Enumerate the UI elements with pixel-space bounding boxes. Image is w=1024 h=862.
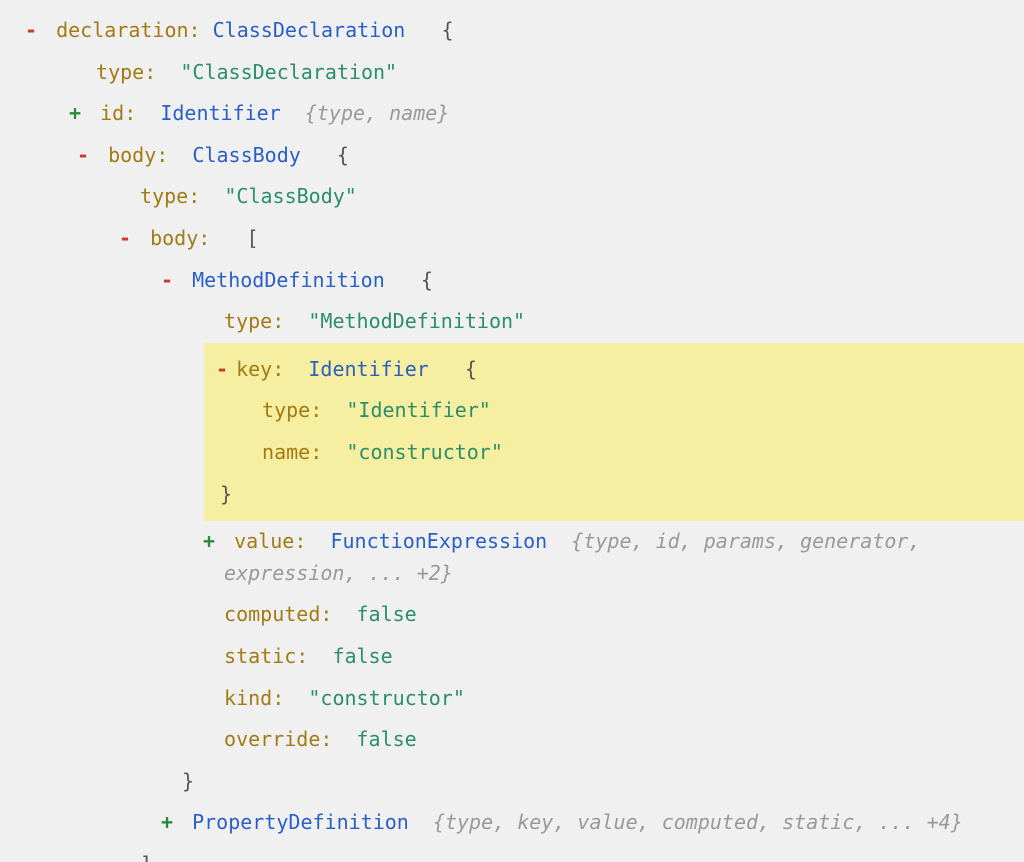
node-body-array[interactable]: - body: [ [0, 218, 1024, 260]
bracket-close-row: ] [0, 844, 1024, 862]
brace-open: { [421, 268, 433, 292]
highlighted-node: - key: Identifier { type: "Identifier" n… [204, 343, 1024, 521]
prop-type[interactable]: type: "ClassDeclaration" [0, 52, 1024, 94]
node-key[interactable]: - key: Identifier { [204, 345, 1024, 391]
string-value: "Identifier" [346, 398, 491, 422]
prop-key: kind [224, 686, 272, 710]
prop-key: static [224, 644, 296, 668]
brace-close: } [182, 769, 194, 793]
string-value: "MethodDefinition" [308, 309, 525, 333]
bool-value: false [332, 644, 392, 668]
brace-close: } [220, 482, 232, 506]
brace-close-row: } [204, 474, 1024, 520]
prop-computed[interactable]: computed: false [0, 594, 1024, 636]
string-value: "constructor" [346, 440, 503, 464]
prop-key: type [224, 309, 272, 333]
prop-key: declaration [56, 18, 188, 42]
collapse-icon[interactable]: - [18, 10, 44, 52]
string-value: "constructor" [308, 686, 465, 710]
prop-key: id [100, 101, 124, 125]
node-type: Identifier [308, 357, 428, 381]
prop-key: body [108, 143, 156, 167]
brace-close-row: } [0, 761, 1024, 803]
collapsed-preview: {type, key, value, computed, static, ...… [433, 810, 963, 834]
node-id-collapsed[interactable]: + id: Identifier {type, name} [0, 93, 1024, 135]
prop-key: override [224, 727, 320, 751]
prop-override[interactable]: override: false [0, 719, 1024, 761]
prop-static[interactable]: static: false [0, 636, 1024, 678]
bool-value: false [357, 602, 417, 626]
collapse-icon[interactable]: - [70, 135, 96, 177]
collapse-icon[interactable]: - [154, 260, 180, 302]
prop-key: value [234, 529, 294, 553]
prop-key: computed [224, 602, 320, 626]
string-value: "ClassBody" [224, 184, 356, 208]
array-item-method[interactable]: - MethodDefinition { [0, 260, 1024, 302]
node-type: ClassBody [192, 143, 300, 167]
brace-open: { [441, 18, 453, 42]
collapsed-preview: {type, name} [305, 101, 450, 125]
prop-key: body [150, 226, 198, 250]
prop-key: name [262, 440, 310, 464]
prop-name[interactable]: name: "constructor" [204, 432, 1024, 474]
node-type: MethodDefinition [192, 268, 385, 292]
string-value: "ClassDeclaration" [180, 60, 397, 84]
prop-key: type [140, 184, 188, 208]
prop-key: key [236, 357, 272, 381]
prop-key: type [262, 398, 310, 422]
node-type: PropertyDefinition [192, 810, 409, 834]
node-type: ClassDeclaration [213, 18, 406, 42]
expand-icon[interactable]: + [154, 802, 180, 844]
collapse-icon[interactable]: - [216, 349, 224, 391]
node-body[interactable]: - body: ClassBody { [0, 135, 1024, 177]
expand-icon[interactable]: + [62, 93, 88, 135]
collapsed-preview: {type, id, params, generator, [571, 529, 920, 553]
prop-type[interactable]: type: "Identifier" [204, 390, 1024, 432]
prop-type[interactable]: type: "ClassBody" [0, 176, 1024, 218]
bool-value: false [357, 727, 417, 751]
node-type: Identifier [160, 101, 280, 125]
prop-key: type [96, 60, 144, 84]
prop-kind[interactable]: kind: "constructor" [0, 678, 1024, 720]
node-type: FunctionExpression [330, 529, 547, 553]
brace-open: { [465, 357, 477, 381]
bracket-open: [ [246, 226, 258, 250]
prop-type[interactable]: type: "MethodDefinition" [0, 301, 1024, 343]
bracket-close: ] [140, 852, 152, 862]
brace-open: { [337, 143, 349, 167]
array-item-property-collapsed[interactable]: + PropertyDefinition {type, key, value, … [0, 802, 1024, 844]
collapse-icon[interactable]: - [112, 218, 138, 260]
node-declaration[interactable]: - declaration: ClassDeclaration { [0, 10, 1024, 52]
ast-tree: - declaration: ClassDeclaration { type: … [0, 0, 1024, 862]
